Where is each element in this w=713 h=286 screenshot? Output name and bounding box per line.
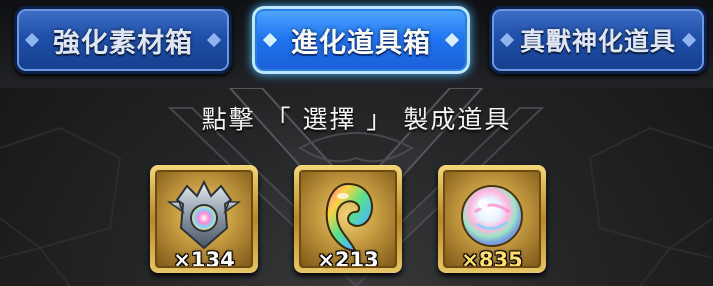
instruction-text: 點擊 「 選擇 」 製成道具	[201, 105, 512, 134]
item-count: ×835	[461, 248, 523, 268]
tab-left-diamond-icon	[24, 32, 40, 48]
item-slot-1[interactable]: ×134	[150, 165, 258, 273]
tab-right-diamond-icon	[444, 32, 460, 48]
tab-true-beast-items[interactable]: 真獸神化道具	[489, 6, 707, 74]
tab-right-diamond-icon	[206, 32, 222, 48]
item-slot-inner: ×835	[443, 170, 541, 268]
item-slot-2[interactable]: ×213	[294, 165, 402, 273]
tab-enhance-materials[interactable]: 強化素材箱	[14, 6, 232, 74]
tab-evolution-items[interactable]: 進化道具箱	[252, 6, 470, 74]
tab-bar: 強化素材箱 進化道具箱 真獸神化道具	[0, 0, 713, 88]
item-slot-3[interactable]: ×835	[438, 165, 546, 273]
item-count: ×134	[173, 248, 235, 268]
tab-label: 真獸神化道具	[519, 27, 676, 56]
tab-right-diamond-icon	[681, 32, 697, 48]
item-count: ×213	[317, 248, 379, 268]
item-slot-inner: ×213	[299, 170, 397, 268]
evolution-item-screen: 強化素材箱 進化道具箱 真獸神化道具 點擊 「 選擇 」 製成道具 ×134 ×…	[0, 0, 713, 286]
item-slot-inner: ×134	[155, 170, 253, 268]
tab-label: 進化道具箱	[291, 27, 431, 59]
tab-left-diamond-icon	[262, 32, 278, 48]
tab-label: 強化素材箱	[53, 27, 193, 59]
tab-left-diamond-icon	[499, 32, 515, 48]
